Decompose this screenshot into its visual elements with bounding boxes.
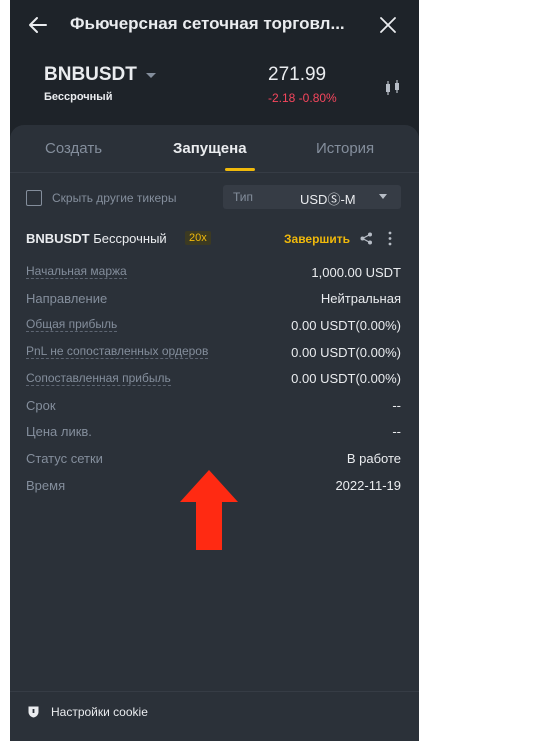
detail-value: Нейтральная: [320, 291, 401, 307]
shield-icon: [28, 706, 39, 718]
tab-history[interactable]: История: [316, 140, 374, 157]
price-change: -2.18 -0.80%: [268, 91, 337, 105]
detail-value: --: [392, 424, 401, 440]
leverage-badge: 20x: [185, 231, 211, 245]
grid-details: Начальная маржа 1,000.00 USDT Направлени…: [26, 259, 401, 498]
cookie-footer[interactable]: Настройки cookie: [10, 691, 419, 741]
symbol-selector[interactable]: BNBUSDT Бессрочный: [44, 64, 157, 103]
detail-label[interactable]: PnL не сопоставленных ордеров: [26, 345, 209, 360]
detail-label[interactable]: Начальная маржа: [26, 265, 127, 280]
detail-row-unmatched-pnl: PnL не сопоставленных ордеров 0.00 USDT(…: [26, 339, 401, 366]
cookie-settings-link[interactable]: Настройки cookie: [51, 705, 148, 719]
type-value: USDⓈ-M: [300, 192, 356, 207]
detail-label: Время: [26, 477, 66, 493]
last-price: 271.99: [268, 64, 327, 85]
arrow-left-icon[interactable]: [28, 15, 48, 35]
detail-value: 0.00 USDT(0.00%): [291, 371, 401, 387]
more-vertical-icon[interactable]: [387, 231, 393, 246]
caret-down-icon: [145, 73, 156, 78]
detail-value: 0.00 USDT(0.00%): [291, 344, 401, 360]
filter-row: Скрыть другие тикеры Тип USDⓈ-M: [10, 185, 419, 211]
detail-label: Цена ликв.: [26, 424, 92, 440]
grid-panel: Создать Запущена История Скрыть другие т…: [10, 125, 419, 741]
detail-row-liquidation-price: Цена ликв. --: [26, 419, 401, 446]
detail-row-total-profit: Общая прибыль 0.00 USDT(0.00%): [26, 312, 401, 339]
page-title: Фьючерсная сеточная торговл...: [70, 14, 345, 33]
hide-other-tickers-checkbox[interactable]: [26, 190, 42, 206]
type-dropdown[interactable]: Тип USDⓈ-M: [223, 185, 401, 209]
tabs-divider: [10, 172, 419, 173]
detail-value: 2022-11-19: [335, 477, 401, 493]
tab-create[interactable]: Создать: [45, 140, 102, 157]
detail-row-duration: Срок --: [26, 392, 401, 419]
symbol-name[interactable]: BNBUSDT: [44, 64, 157, 86]
card-symbol-name: BNBUSDT: [26, 231, 90, 246]
annotation-arrow-up-icon: [180, 470, 238, 550]
detail-value: 1,000.00 USDT: [311, 264, 401, 280]
finish-button[interactable]: Завершить: [284, 232, 350, 246]
detail-value: В работе: [346, 450, 401, 466]
card-symbol: BNBUSDT Бессрочный: [26, 231, 167, 246]
detail-label: Срок: [26, 397, 56, 413]
detail-label: Статус сетки: [26, 450, 103, 466]
chevron-down-icon: [379, 194, 387, 199]
detail-row-grid-status: Статус сетки В работе: [26, 445, 401, 472]
symbol-label: BNBUSDT: [44, 64, 137, 85]
price-block: 271.99 -2.18 -0.80%: [268, 64, 337, 105]
detail-row-matched-profit: Сопоставленная прибыль 0.00 USDT(0.00%): [26, 365, 401, 392]
detail-value: 0.00 USDT(0.00%): [291, 317, 401, 333]
close-icon[interactable]: [378, 15, 398, 35]
detail-value: --: [392, 397, 401, 413]
type-label: Тип: [233, 190, 254, 204]
hide-other-tickers-label[interactable]: Скрыть другие тикеры: [52, 191, 176, 205]
detail-row-initial-margin: Начальная маржа 1,000.00 USDT: [26, 259, 401, 286]
app-screen: Фьючерсная сеточная торговл... BNBUSDT Б…: [10, 0, 419, 741]
card-contract-type: Бессрочный: [93, 231, 167, 246]
share-icon[interactable]: [360, 232, 373, 245]
detail-label[interactable]: Общая прибыль: [26, 318, 118, 333]
detail-label[interactable]: Сопоставленная прибыль: [26, 371, 171, 386]
grid-card-header: BNBUSDT Бессрочный 20x Завершить: [26, 229, 406, 249]
candlestick-chart-icon[interactable]: [384, 80, 402, 96]
tab-running[interactable]: Запущена: [173, 140, 247, 157]
top-bar: Фьючерсная сеточная торговл...: [10, 0, 419, 50]
active-tab-indicator: [225, 168, 255, 171]
contract-type: Бессрочный: [44, 91, 113, 103]
detail-label: Направление: [26, 291, 108, 307]
tab-bar: Создать Запущена История: [10, 125, 419, 173]
detail-row-direction: Направление Нейтральная: [26, 286, 401, 313]
